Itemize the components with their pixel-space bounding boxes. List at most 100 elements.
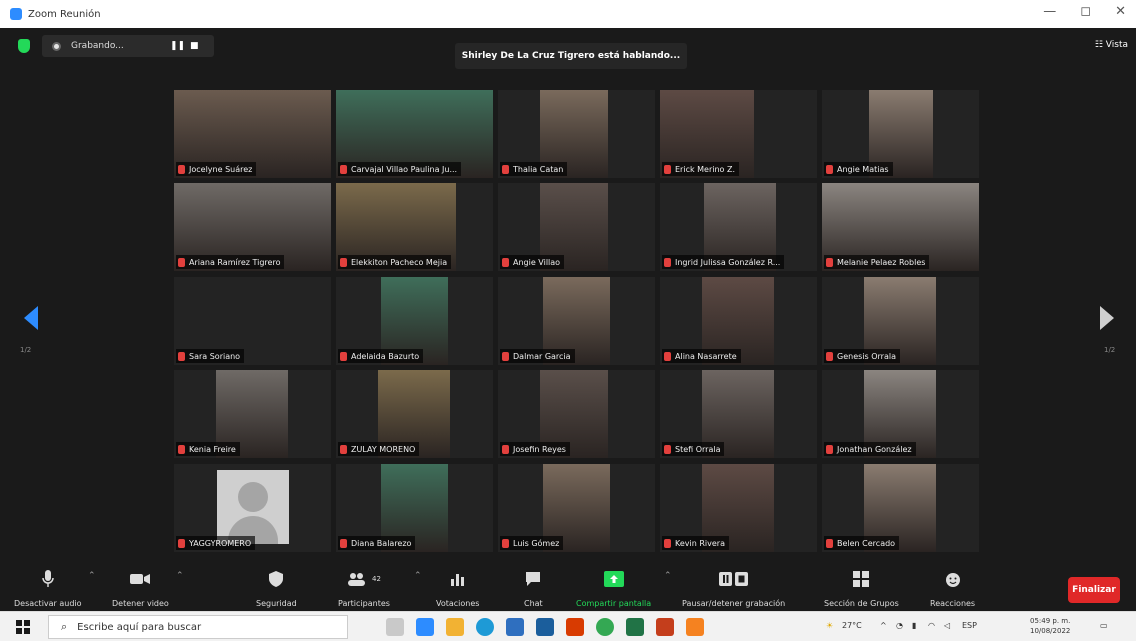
participant-name-label: Adelaida Bazurto	[338, 349, 424, 363]
participant-tile[interactable]: Angie Villao	[498, 183, 655, 271]
participant-name: Angie Villao	[513, 257, 561, 267]
powerpoint-icon[interactable]	[656, 618, 674, 636]
muted-mic-icon	[502, 538, 509, 548]
close-button[interactable]: ✕	[1115, 4, 1126, 19]
taskbar-clock[interactable]: 05:49 p. m. 10/08/2022	[1030, 616, 1070, 636]
participant-tile[interactable]: Adelaida Bazurto	[336, 277, 493, 365]
participant-tile[interactable]: Jocelyne Suárez	[174, 90, 331, 178]
participant-tile[interactable]: Alina Nasarrete	[660, 277, 817, 365]
taskbar-search-box[interactable]: ⌕ Escribe aquí para buscar	[48, 615, 348, 639]
edge-browser-icon[interactable]	[476, 618, 494, 636]
video-options-caret-icon[interactable]: ⌃	[176, 571, 184, 581]
stop-recording-button[interactable]: ■	[190, 41, 199, 51]
participant-tile[interactable]: Elekkiton Pacheco Mejia	[336, 183, 493, 271]
participant-tile[interactable]: Belen Cercado	[822, 464, 979, 552]
participant-name: Sara Soriano	[189, 351, 241, 361]
stop-video-button[interactable]: Detener video	[112, 569, 169, 608]
participant-tile[interactable]: Melanie Pelaez Robles	[822, 183, 979, 271]
participant-tile[interactable]: Genesis Orrala	[822, 277, 979, 365]
reactions-button[interactable]: Reacciones	[930, 569, 975, 608]
participant-tile[interactable]: Angie Matias	[822, 90, 979, 178]
chrome-icon[interactable]	[596, 618, 614, 636]
participant-tile[interactable]: Erick Merino Z.	[660, 90, 817, 178]
maximize-button[interactable]: ◻	[1080, 4, 1091, 19]
participant-name: ZULAY MORENO	[351, 444, 416, 454]
taskbar-search-placeholder: Escribe aquí para buscar	[77, 621, 202, 633]
participant-name: Elekkiton Pacheco Mejia	[351, 257, 448, 267]
participant-name-label: YAGGYROMERO	[176, 536, 256, 550]
security-button[interactable]: Seguridad	[256, 569, 297, 608]
participant-name: Erick Merino Z.	[675, 164, 736, 174]
notifications-icon[interactable]: ▭	[1100, 621, 1108, 630]
wifi-icon[interactable]: ◠	[928, 621, 935, 630]
record-controls-button[interactable]: Pausar/detener grabación	[682, 569, 785, 608]
participants-count: 42	[372, 575, 381, 583]
network-icon[interactable]: ◔	[896, 621, 903, 630]
share-screen-icon	[603, 569, 624, 589]
search-icon: ⌕	[61, 620, 68, 633]
participant-tile[interactable]: Stefi Orrala	[660, 370, 817, 458]
task-view-icon[interactable]	[386, 618, 404, 636]
polls-button[interactable]: Votaciones	[436, 569, 479, 608]
input-language[interactable]: ESP	[962, 621, 977, 630]
muted-mic-icon	[826, 164, 833, 174]
zoom-app-icon[interactable]	[416, 618, 434, 636]
windows-start-icon[interactable]	[16, 620, 30, 634]
participant-tile[interactable]: Diana Balarezo	[336, 464, 493, 552]
muted-mic-icon	[178, 351, 185, 361]
breakout-rooms-label: Sección de Grupos	[824, 599, 899, 608]
vlc-icon[interactable]	[686, 618, 704, 636]
participant-name: Kenia Freire	[189, 444, 236, 454]
muted-mic-icon	[340, 351, 347, 361]
participant-tile[interactable]: Ariana Ramírez Tigrero	[174, 183, 331, 271]
next-page-arrow-icon[interactable]	[1100, 306, 1114, 330]
participant-tile[interactable]: Carvajal Villao Paulina Ju...	[336, 90, 493, 178]
avatar-head	[238, 482, 268, 512]
active-speaker-banner: Shirley De La Cruz Tigrero está hablando…	[455, 43, 687, 69]
tray-overflow-icon[interactable]: ^	[880, 621, 887, 630]
participant-tile[interactable]: Ingrid Julissa González R...	[660, 183, 817, 271]
participant-tile[interactable]: Josefin Reyes	[498, 370, 655, 458]
weather-temp[interactable]: 27°C	[842, 621, 862, 630]
mail-icon[interactable]	[506, 618, 524, 636]
breakout-rooms-button[interactable]: Sección de Grupos	[824, 569, 899, 608]
participant-name: Alina Nasarrete	[675, 351, 737, 361]
share-screen-label: Compartir pantalla	[576, 599, 652, 608]
end-meeting-button[interactable]: Finalizar	[1068, 577, 1120, 603]
battery-icon[interactable]: ▮	[912, 621, 916, 630]
volume-icon[interactable]: ◁	[944, 621, 950, 630]
muted-mic-icon	[826, 351, 833, 361]
view-button[interactable]: ☷ Vista	[1095, 40, 1128, 50]
participant-tile[interactable]: YAGGYROMERO	[174, 464, 331, 552]
participant-tile[interactable]: Kenia Freire	[174, 370, 331, 458]
participant-tile[interactable]: Jonathan González	[822, 370, 979, 458]
file-explorer-icon[interactable]	[446, 618, 464, 636]
participants-options-caret-icon[interactable]: ⌃	[414, 571, 422, 581]
mute-button[interactable]: Desactivar audio	[14, 569, 82, 608]
participant-name: Diana Balarezo	[351, 538, 412, 548]
store-icon[interactable]	[536, 618, 554, 636]
participants-button[interactable]: 42 Participantes	[338, 569, 390, 608]
minimize-button[interactable]: —	[1043, 4, 1056, 19]
pause-recording-button[interactable]: ❚❚	[170, 41, 185, 51]
office-icon[interactable]	[566, 618, 584, 636]
participant-tile[interactable]: Sara Soriano	[174, 277, 331, 365]
chat-button[interactable]: Chat	[524, 569, 543, 608]
participant-tile[interactable]: ZULAY MORENO	[336, 370, 493, 458]
zoom-logo-icon	[10, 8, 22, 20]
participant-tile[interactable]: Kevin Rivera	[660, 464, 817, 552]
share-screen-button[interactable]: Compartir pantalla	[576, 569, 651, 608]
audio-options-caret-icon[interactable]: ⌃	[88, 571, 96, 581]
encryption-shield-icon[interactable]	[18, 39, 30, 53]
participant-name: Jocelyne Suárez	[189, 164, 253, 174]
participant-name-label: Melanie Pelaez Robles	[824, 255, 930, 269]
prev-page-arrow-icon[interactable]	[24, 306, 38, 330]
participant-tile[interactable]: Dalmar Garcia	[498, 277, 655, 365]
chat-icon	[525, 569, 541, 589]
share-options-caret-icon[interactable]: ⌃	[664, 571, 672, 581]
excel-icon[interactable]	[626, 618, 644, 636]
participant-name-label: Ariana Ramírez Tigrero	[176, 255, 285, 269]
participant-tile[interactable]: Thalia Catan	[498, 90, 655, 178]
participant-name: Adelaida Bazurto	[351, 351, 420, 361]
participant-tile[interactable]: Luis Gómez	[498, 464, 655, 552]
